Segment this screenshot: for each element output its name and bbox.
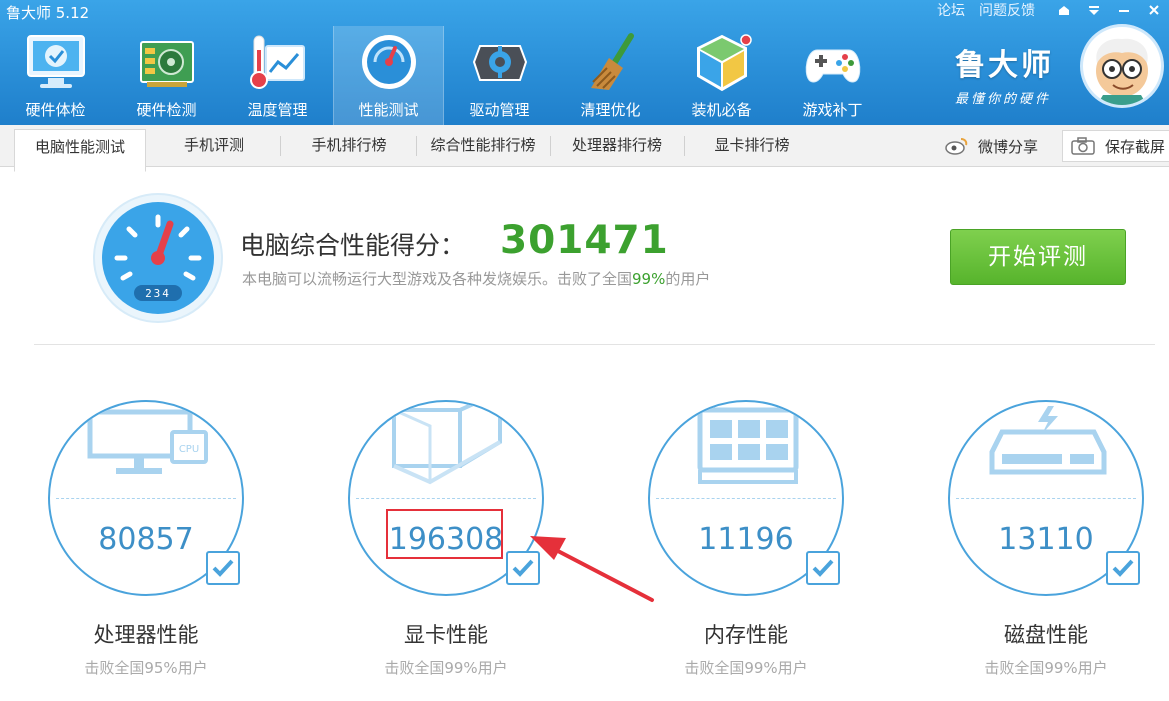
brand-name: 鲁大师 [955,48,1054,83]
nav-item-game-patch[interactable]: 游戏补丁 [777,26,888,125]
save-screenshot-label: 保存截屏 [1105,137,1166,156]
tab-overall-ranking[interactable]: 综合性能排行榜 [417,125,549,167]
nav-item-driver[interactable]: 驱动管理 [444,26,555,125]
brand: 鲁大师 最懂你的硬件 [955,40,1054,107]
tab-gpu-ranking[interactable]: 显卡排行榜 [685,125,819,167]
nav-item-hardware-checkup[interactable]: 硬件体检 [0,26,111,125]
nav-label: 装机必备 [691,101,752,119]
gamepad-icon [805,49,860,83]
window-controls: 论坛 问题反馈 [937,0,1169,20]
weibo-icon [945,138,968,155]
score-description: 本电脑可以流畅运行大型游戏及各种发烧娱乐。击败了全国99%的用户 [242,268,710,289]
mascot-icon [1096,38,1148,105]
graphics-cube-icon [392,402,502,485]
package-cube-icon [696,34,752,92]
circuit-board-icon [139,41,194,87]
checkmark-icon [812,559,834,577]
overall-score: 301471 [500,218,669,263]
close-icon[interactable] [1139,4,1169,16]
cpu-monitor-icon: CPU [87,409,208,474]
card-divider [356,498,536,499]
disk-drive-icon [989,406,1107,475]
disk-card-rank: 击败全国99%用户 [984,659,1108,677]
nav-label: 性能测试 [358,101,419,119]
broom-icon [590,33,634,90]
divider [34,344,1155,345]
share-label: 微博分享 [978,137,1039,156]
card-divider [656,498,836,499]
monitor-check-icon [26,35,85,88]
checkmark-icon [212,559,234,577]
svg-text:CPU: CPU [179,444,199,455]
nav-item-hardware-detect[interactable]: 硬件检测 [111,26,222,125]
cpu-card-rank: 击败全国95%用户 [84,659,208,677]
score-title: 电脑综合性能得分： [240,231,466,260]
disk-checkbox[interactable] [1106,551,1140,585]
memory-card-title: 内存性能 [704,623,788,647]
tab-phone-review[interactable]: 手机评测 [150,125,278,167]
thermometer-chart-icon [249,35,305,89]
avatar[interactable] [1080,24,1164,108]
nav-item-essentials[interactable]: 装机必备 [666,26,777,125]
start-test-button[interactable]: 开始评测 [950,229,1126,285]
score-desc-prefix: 本电脑可以流畅运行大型游戏及各种发烧娱乐。击败了全国 [242,270,633,288]
camera-icon [1071,137,1095,155]
nav-item-performance-test[interactable]: 性能测试 [333,26,444,125]
nav-item-temperature[interactable]: 温度管理 [222,26,333,125]
minimize-icon[interactable] [1109,4,1139,16]
card-divider [956,498,1136,499]
tab-separator [280,136,281,156]
gauge-readout: 234 [145,287,171,300]
feedback-link[interactable]: 问题反馈 [979,0,1035,20]
card-divider [56,498,236,499]
forum-link[interactable]: 论坛 [937,0,965,20]
cpu-card-title: 处理器性能 [93,623,199,647]
score-desc-percent: 99% [632,270,666,288]
weibo-share-button[interactable]: 微博分享 [944,125,1038,167]
memory-card-rank: 击败全国99%用户 [684,659,808,677]
menu-icon[interactable] [1079,4,1109,16]
gauge-icon: 234 [93,193,223,323]
annotation-highlight-box [386,509,503,559]
main-nav: 硬件体检 硬件检测 温度管理 性能测试 驱动管理 清理优化 装机必备 游戏补丁 [0,26,888,125]
nav-item-cleanup[interactable]: 清理优化 [555,26,666,125]
memory-checkbox[interactable] [806,551,840,585]
tab-phone-ranking[interactable]: 手机排行榜 [282,125,416,167]
annotation-arrow-icon [530,536,654,602]
checkmark-icon [1112,559,1134,577]
app-title: 鲁大师 5.12 [6,4,90,22]
save-screenshot-button[interactable]: 保存截屏 [1062,130,1169,162]
disk-card: 13110 磁盘性能 击败全国99%用户 [948,400,1144,690]
disk-card-title: 磁盘性能 [1004,623,1088,647]
tab-cpu-ranking[interactable]: 处理器排行榜 [551,125,683,167]
nav-label: 硬件检测 [136,101,197,119]
cpu-checkbox[interactable] [206,551,240,585]
nav-label: 温度管理 [247,101,308,119]
memory-chip-icon [697,407,799,484]
title-bar: 鲁大师 5.12 论坛 问题反馈 硬件体检 硬件检测 温度管理 性能测试 驱动管… [0,0,1169,125]
nav-label: 硬件体检 [25,101,86,119]
driver-gear-icon [472,45,527,81]
brand-slogan: 最懂你的硬件 [955,92,1052,107]
memory-card: 11196 内存性能 击败全国99%用户 [648,400,844,690]
nav-label: 清理优化 [580,101,641,119]
skin-icon[interactable] [1049,4,1079,16]
nav-label: 驱动管理 [469,101,530,119]
tab-pc-performance[interactable]: 电脑性能测试 [14,129,146,172]
nav-label: 游戏补丁 [802,101,863,119]
cpu-card: CPU 80857 处理器性能 击败全国95%用户 [48,400,244,690]
score-desc-suffix: 的用户 [665,270,711,288]
gpu-card-title: 显卡性能 [404,623,488,647]
speedometer-icon [361,35,416,89]
gpu-card-rank: 击败全国99%用户 [384,659,508,677]
sub-tabs: 电脑性能测试 手机评测 手机排行榜 综合性能排行榜 处理器排行榜 显卡排行榜 微… [0,125,1169,172]
